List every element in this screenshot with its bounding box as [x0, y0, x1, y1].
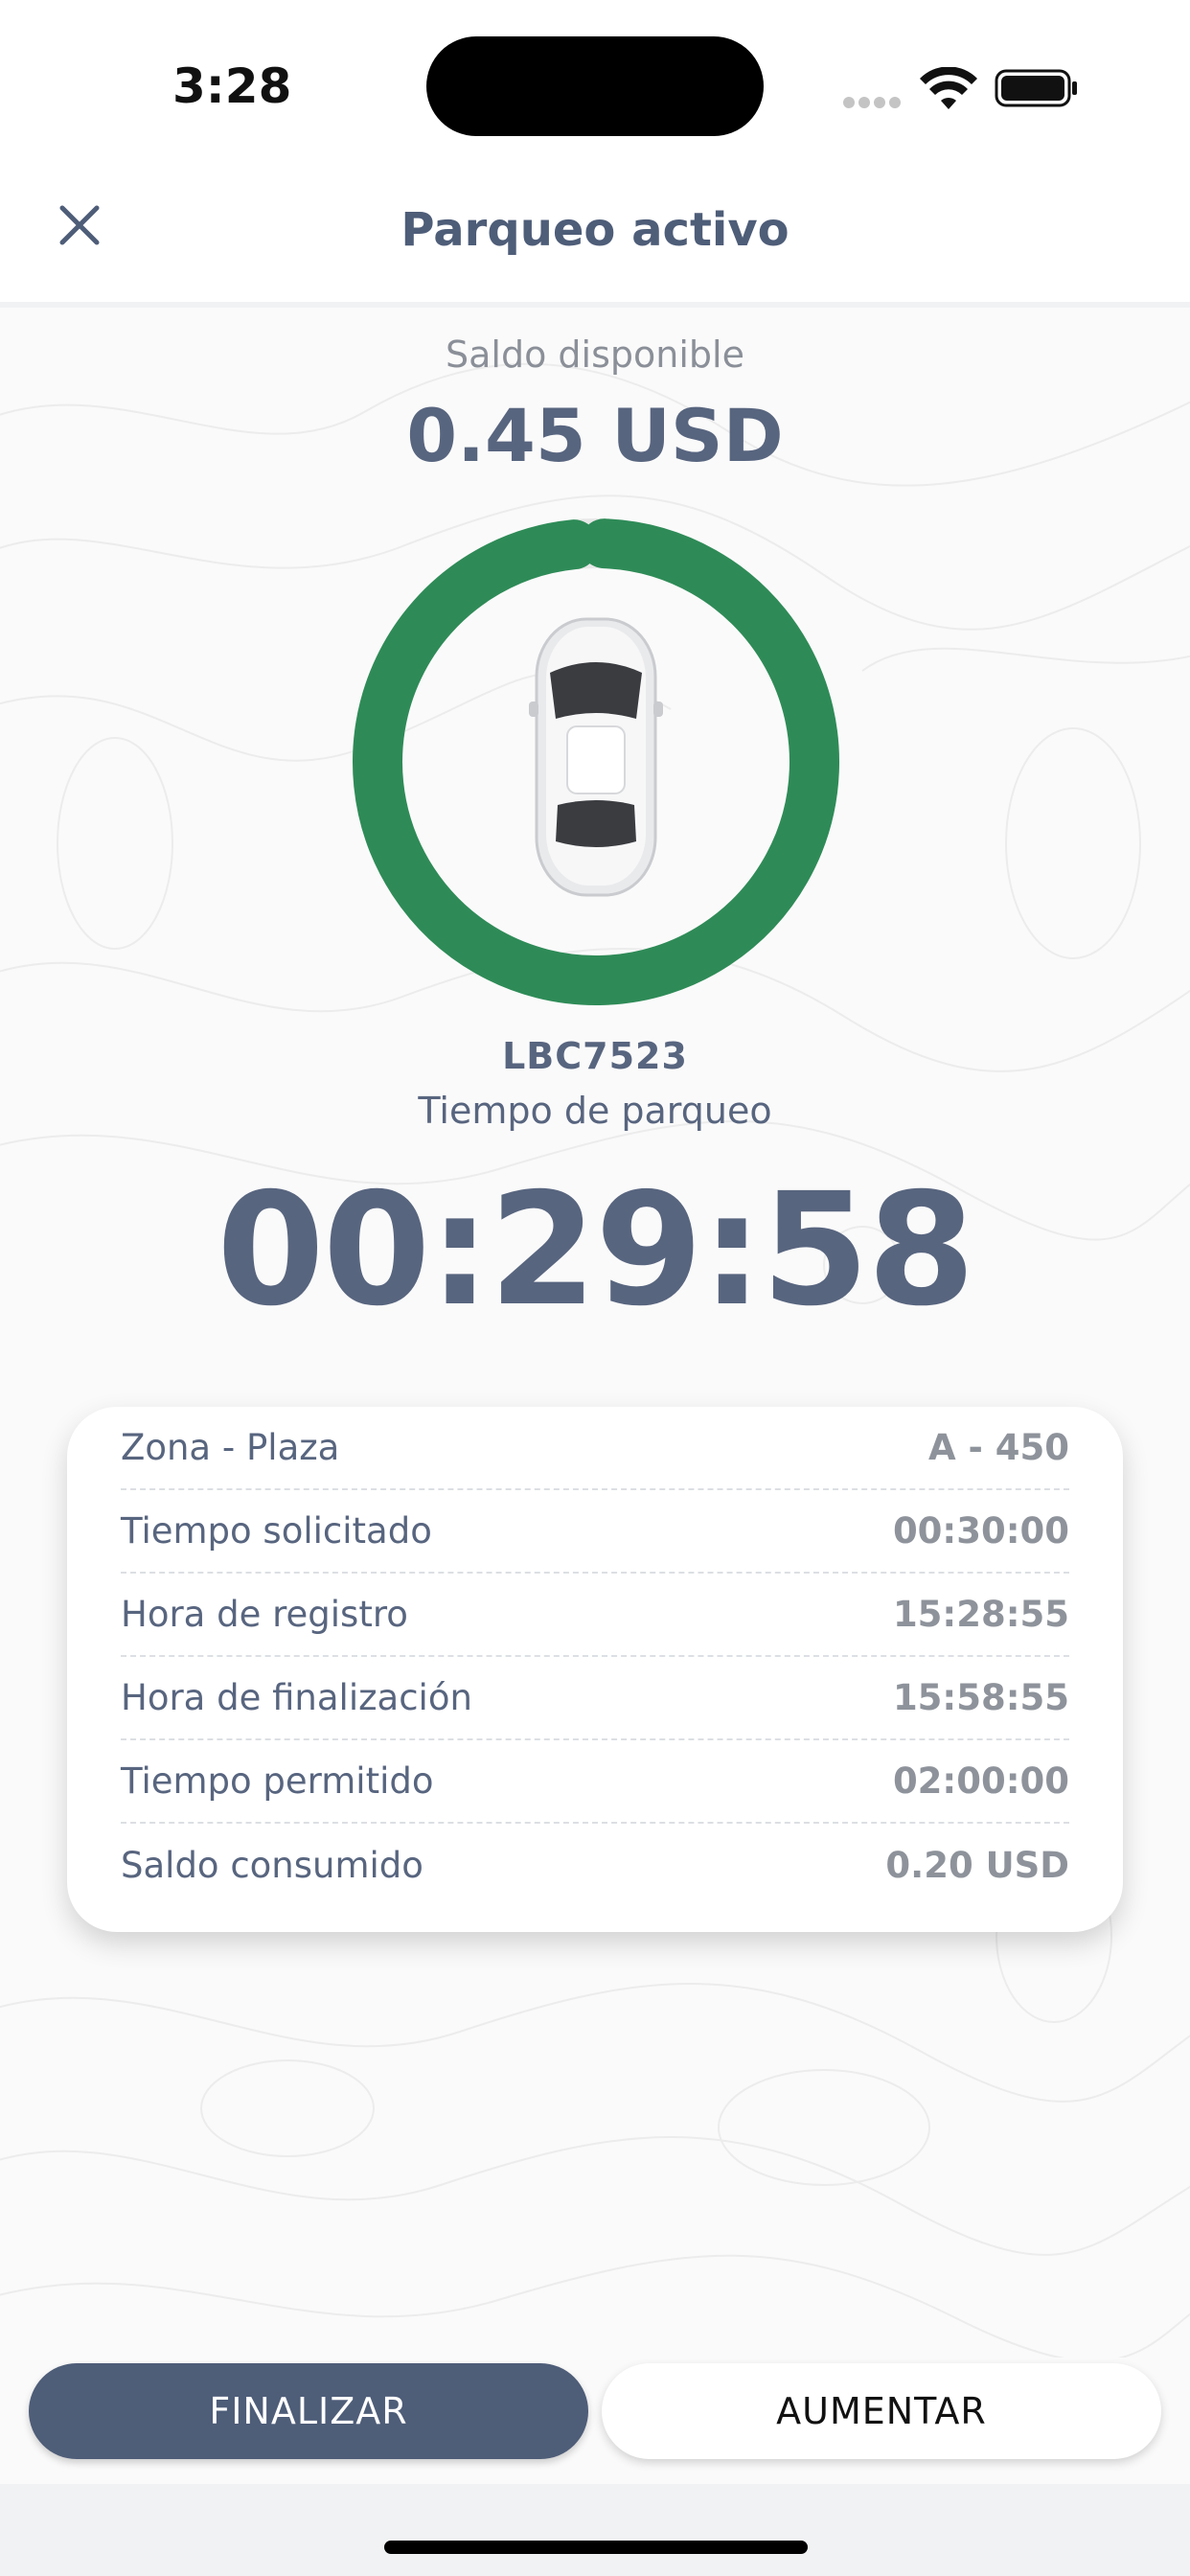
detail-value: 00:30:00 [892, 1510, 1069, 1552]
detail-value: 02:00:00 [892, 1760, 1069, 1802]
status-bar: 3:28 [0, 0, 1190, 163]
detail-row-zone: Zona - Plaza A - 450 [121, 1407, 1069, 1490]
detail-row-allowed-time: Tiempo permitido 02:00:00 [121, 1740, 1069, 1824]
detail-label: Hora de registro [121, 1594, 408, 1635]
details-list: Zona - Plaza A - 450 Tiempo solicitado 0… [121, 1407, 1069, 1907]
cellular-signal-icon [843, 94, 904, 108]
balance-label: Saldo disponible [446, 334, 744, 376]
detail-label: Saldo consumido [121, 1845, 423, 1886]
detail-row-consumed-balance: Saldo consumido 0.20 USD [121, 1824, 1069, 1907]
detail-value: A - 450 [928, 1427, 1069, 1468]
detail-row-end-time: Hora de finalización 15:58:55 [121, 1657, 1069, 1740]
car-icon [529, 617, 663, 897]
vehicle-plate: LBC7523 [502, 1035, 688, 1077]
header: Parqueo activo [0, 163, 1190, 308]
battery-icon [995, 69, 1077, 107]
parking-details-card: Zona - Plaza A - 450 Tiempo solicitado 0… [67, 1407, 1123, 1932]
status-time: 3:28 [172, 58, 292, 114]
detail-label: Hora de finalización [121, 1677, 472, 1718]
increase-time-button[interactable]: AUMENTAR [602, 2363, 1161, 2459]
home-indicator[interactable] [384, 2541, 808, 2554]
page-title: Parqueo activo [400, 203, 790, 257]
parking-timer: 00:29:58 [217, 1161, 975, 1341]
detail-row-requested-time: Tiempo solicitado 00:30:00 [121, 1490, 1069, 1574]
detail-row-start-time: Hora de registro 15:28:55 [121, 1574, 1069, 1657]
detail-label: Tiempo solicitado [121, 1510, 432, 1552]
detail-value: 15:58:55 [892, 1677, 1069, 1718]
detail-label: Zona - Plaza [121, 1427, 340, 1468]
detail-label: Tiempo permitido [121, 1760, 434, 1802]
dynamic-island [426, 36, 764, 136]
detail-value: 15:28:55 [892, 1594, 1069, 1635]
detail-value: 0.20 USD [885, 1845, 1069, 1886]
balance-value: 0.45 USD [406, 393, 784, 478]
bottom-safe-area [0, 2484, 1190, 2576]
finalize-button[interactable]: FINALIZAR [29, 2363, 588, 2459]
wifi-icon [920, 67, 977, 109]
parking-time-label: Tiempo de parqueo [418, 1090, 772, 1132]
